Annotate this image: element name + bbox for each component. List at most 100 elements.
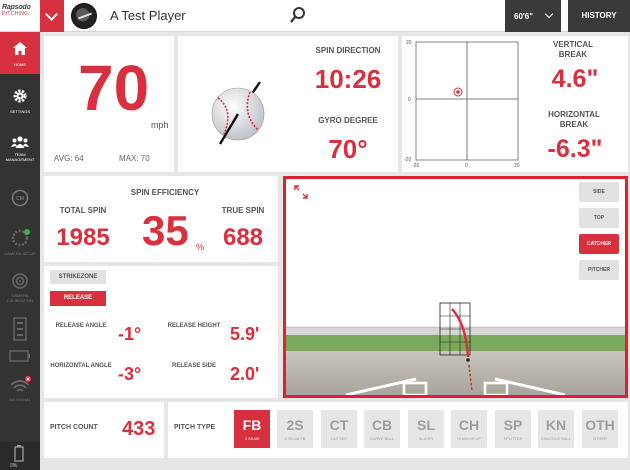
pitch-abbr: KN [545,417,567,433]
baseball-icon [211,81,265,145]
horizontal-angle-label: HORIZONTAL ANGLE [50,363,112,369]
pitch-abbr: CB [371,417,393,433]
history-button[interactable]: HISTORY [568,0,630,32]
chevron-down-icon [544,9,554,19]
pitch-type-ct[interactable]: CT CUTTER [321,410,357,448]
horizontal-break-value: -6.3" [547,135,603,163]
player-menu-button[interactable] [40,0,64,32]
pitch-type-fb[interactable]: FB 4 SEAM [234,410,270,448]
camera-icon: CM [11,189,29,207]
horizontal-angle-value: -3° [118,364,142,384]
pitch-name: KNUCKLE BALL [541,436,571,441]
avg-value: 64 [74,154,84,163]
sidebar-item-team-management[interactable]: TEAM MANAGEMENT [0,130,40,172]
pitch-abbr: SL [417,417,435,433]
view-top-button[interactable]: TOP [579,208,619,228]
top-bar: Rapsodo PITCHING A Test Player 60'6" HIS… [0,0,630,32]
gyro-degree-label: GYRO DEGREE [318,116,378,125]
spin-panel: SPIN EFFICIENCY 35 % TOTAL SPIN 1985 TRU… [44,176,278,262]
pitch-name: SLIDER [418,436,434,441]
pitch-name: CHANGE UP [457,436,481,441]
target-icon [12,273,28,289]
pitch-type-oth[interactable]: OTH OTHER [582,410,618,448]
pitch-type-sp[interactable]: SP SPLITTER [495,410,531,448]
tab-strikezone[interactable]: STRIKEZONE [50,270,106,284]
gear-icon [13,89,27,103]
spin-direction-value: 10:26 [314,64,382,94]
release-angle-value: -1° [118,324,142,344]
plot-x-mid: 0 [465,163,468,169]
sidebar-item-home[interactable]: HOME [0,32,40,74]
player-avatar[interactable] [71,3,97,29]
sidebar-item-label: CAMERA CALIBRATION [6,293,34,303]
speed-panel: 70 mph AVG: 64 MAX: 70 [44,36,174,172]
max-label: MAX: [119,154,139,163]
brand-name: Rapsodo [2,4,31,11]
gyro-degree-value: 70° [328,134,368,164]
spin-efficiency-unit: % [196,242,205,252]
distance-select[interactable]: 60'6" [505,0,561,32]
sidebar-item-wifi[interactable]: NO SIGNAL [0,368,40,410]
spin-direction-label: SPIN DIRECTION [315,46,381,55]
avg-label: AVG: [54,154,73,163]
svg-text:CM: CM [16,196,24,202]
release-angle-label: RELEASE ANGLE [55,323,107,329]
plot-y-mid: 0 [408,97,411,103]
total-spin-value: 1985 [56,224,110,251]
pitch-name: 4 SEAM [244,436,260,441]
calibration-icon [11,229,30,247]
pitch-count-value: 433 [122,418,156,440]
release-side-value: 2.0' [230,364,260,384]
expand-icon[interactable] [294,185,308,199]
release-panel: STRIKEZONE RELEASE RELEASE ANGLE -1° REL… [44,266,278,398]
plot-y-top: 20 [406,40,412,46]
release-height-label: RELEASE HEIGHT [167,323,221,329]
sensor-icon [13,317,27,341]
sidebar-item-camera-setup[interactable]: CAMERA SETUP [0,220,40,262]
pitch-type-cb[interactable]: CB CURVE BALL [364,410,400,448]
battery-icon [14,445,24,462]
brand-product: PITCHING [2,11,29,17]
sidebar-item-camera[interactable]: CM [0,177,40,219]
pitch-type-sl[interactable]: SL SLIDER [408,410,444,448]
sidebar: HOME SETTINGS TEAM MANAGEMENT CM CAMERA … [0,32,40,470]
spin-direction-panel: SPIN DIRECTION 10:26 GYRO DEGREE 70° [178,36,398,172]
sidebar-item-label: SETTINGS [9,109,30,114]
pitch-name: SPLITTER [503,436,523,441]
view-side-button[interactable]: SIDE [579,182,619,202]
vertical-break-value: 4.6" [551,65,599,93]
spin-efficiency-label: SPIN EFFICIENCY [130,188,200,197]
vertical-break-label: VERTICAL BREAK [553,40,593,59]
sidebar-item-label: HOME [14,62,26,67]
pitch-name: OTHER [593,436,607,441]
true-spin-label: TRUE SPIN [221,206,265,215]
search-icon[interactable] [290,6,306,24]
break-plot [415,41,519,161]
pitch-type-ch[interactable]: CH CHANGE UP [451,410,487,448]
view-pitcher-button[interactable]: PITCHER [579,260,619,280]
speed-unit: mph [151,120,169,130]
chevron-down-icon [45,8,58,21]
team-icon [11,136,29,148]
speed-value: 70 [78,52,150,124]
release-side-label: RELEASE SIDE [171,363,216,369]
pitch-type-kn[interactable]: KN KNUCKLE BALL [538,410,574,448]
view-catcher-button[interactable]: CATCHER [579,234,619,254]
tab-release[interactable]: RELEASE [50,291,106,306]
home-icon [13,42,27,55]
sidebar-item-camera-calibration[interactable]: CAMERA CALIBRATION [0,264,40,306]
plot-x-right: 20 [514,163,520,169]
plot-x-left: -20 [412,163,420,169]
trajectory-view-panel [283,176,628,398]
pitch-abbr: FB [242,417,262,433]
sidebar-item-settings[interactable]: SETTINGS [0,82,40,124]
sidebar-item-label: TEAM MANAGEMENT [5,152,35,162]
pitch-type-2s[interactable]: 2S 2 SEAM FB [277,410,313,448]
spin-efficiency-value: 35 [142,207,189,254]
wifi-icon [10,375,31,392]
plot-y-bottom: -20 [404,157,412,163]
pitch-count-label: PITCH COUNT [50,424,98,431]
battery-status: 0% [0,442,40,470]
distance-value: 60'6" [514,12,534,21]
sidebar-item-label: NO SIGNAL [9,397,31,402]
